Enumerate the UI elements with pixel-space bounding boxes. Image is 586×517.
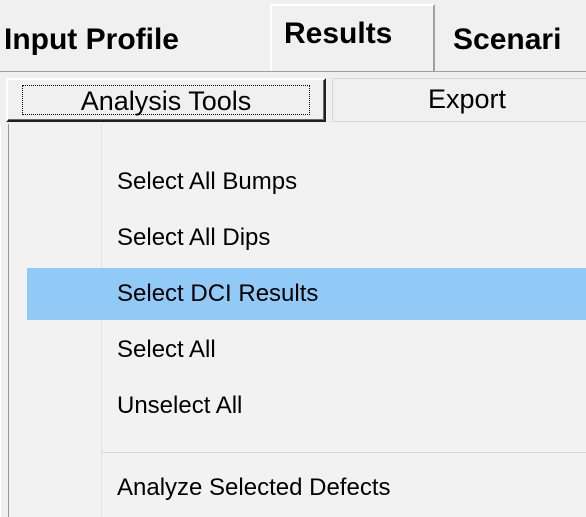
menu-item-unselect-all[interactable]: Unselect All xyxy=(27,380,586,432)
menu-item-select-all-dips[interactable]: Select All Dips xyxy=(27,212,586,264)
export-button[interactable]: Export xyxy=(332,78,586,122)
menu-item-select-all[interactable]: Select All xyxy=(27,324,586,376)
toolbar: Analysis Tools Export xyxy=(0,72,586,124)
analysis-tools-label: Analysis Tools xyxy=(22,85,310,116)
analysis-tools-dropdown-menu: Select All Bumps Select All Dips Select … xyxy=(8,124,586,517)
tab-scenarios[interactable]: Scenari xyxy=(453,14,586,72)
menu-item-analyze-selected-defects[interactable]: Analyze Selected Defects xyxy=(27,462,586,514)
application-window: Input Profile Results Scenari Analysis T… xyxy=(0,0,586,517)
menu-item-select-all-bumps[interactable]: Select All Bumps xyxy=(27,156,586,208)
menu-item-select-dci-results[interactable]: Select DCI Results xyxy=(27,268,586,320)
tab-input-profile[interactable]: Input Profile xyxy=(0,14,270,72)
menu-separator xyxy=(101,452,586,453)
analysis-tools-button[interactable]: Analysis Tools xyxy=(6,78,326,122)
window-edge xyxy=(0,124,1,517)
tab-strip: Input Profile Results Scenari xyxy=(0,0,586,72)
tab-results[interactable]: Results xyxy=(270,4,435,72)
